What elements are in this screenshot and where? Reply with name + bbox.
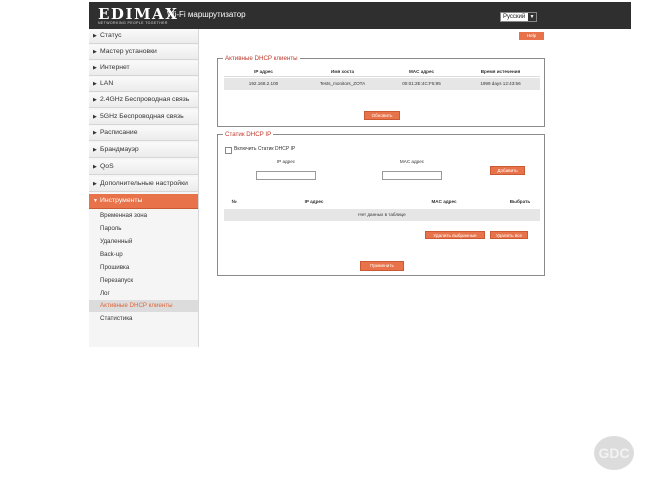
subitem-active-dhcp-clients[interactable]: Активные DHCP клиенты (89, 300, 198, 312)
static-table-header: № IP адрес MAC адрес Выбрать (224, 198, 540, 206)
enable-static-dhcp-label: Включить Статик DHCP IP (234, 146, 296, 152)
site-watermark: GDC (594, 436, 634, 470)
sidebar-item-internet[interactable]: ▶ Интернет (89, 61, 198, 76)
sidebar: ▶ Статус ▶ Мастер установки ▶ Интернет ▶ LAN… (89, 29, 199, 347)
static-dhcp-title: Статик DHCP IP (223, 130, 274, 139)
empty-table-row: Нет данных в таблице (224, 209, 540, 221)
ip-address-input[interactable] (256, 171, 316, 180)
mac-address-label: MAC адрес (399, 159, 425, 164)
cell-mac: 00:01:2E:4C:F5:95 (402, 81, 441, 86)
ip-address-label: IP адрес (276, 159, 296, 164)
subitem-password[interactable]: Пароль (89, 223, 198, 235)
sidebar-item-wireless-24[interactable]: ▶ 2.4GHz Беспроводная связь (89, 93, 198, 108)
help-button[interactable]: Help (519, 32, 544, 40)
column-header-mac: MAC адрес (408, 69, 435, 74)
column-header-hostname: Имя хоста (330, 69, 355, 74)
sidebar-item-qos[interactable]: ▶ QoS (89, 160, 198, 175)
sidebar-item-lan[interactable]: ▶ LAN (89, 77, 198, 92)
caret-right-icon: ▶ (93, 164, 97, 170)
caret-right-icon: ▶ (93, 49, 97, 55)
caret-right-icon: ▶ (93, 181, 97, 187)
page-title: Wi-Fi маршрутизатор (167, 10, 246, 19)
delete-all-button[interactable]: Удалить все (490, 231, 528, 239)
sidebar-item-status[interactable]: ▶ Статус (89, 29, 198, 44)
sidebar-item-tools[interactable]: ▼ Инструменты (89, 194, 198, 209)
active-dhcp-panel: Активные DHCP клиенты IP адрес Имя хоста… (217, 54, 545, 127)
sidebar-item-schedule[interactable]: ▶ Расписание (89, 126, 198, 141)
column-header-mac: MAC адрес (431, 199, 457, 204)
caret-right-icon: ▶ (93, 114, 97, 120)
caret-right-icon: ▶ (93, 33, 97, 39)
sidebar-item-advanced[interactable]: ▶ Дополнительные настройки (89, 177, 198, 192)
router-admin-window: EDIMAX NETWORKING PEOPLE TOGETHER Wi-Fi … (89, 2, 631, 347)
mac-address-input[interactable] (382, 171, 442, 180)
subitem-time-zone[interactable]: Временная зона (89, 210, 198, 222)
column-header-ip: IP адрес (304, 199, 324, 204)
caret-down-icon: ▼ (93, 198, 98, 204)
sidebar-item-firewall[interactable]: ▶ Брандмауэр (89, 143, 198, 158)
caret-right-icon: ▶ (93, 147, 97, 153)
subitem-remote[interactable]: Удаленный (89, 236, 198, 248)
subitem-statistics[interactable]: Статистика (89, 313, 198, 325)
chevron-down-icon[interactable]: ▼ (528, 13, 536, 21)
subitem-firmware[interactable]: Прошивка (89, 262, 198, 274)
subitem-backup[interactable]: Back-up (89, 249, 198, 261)
column-header-ip: IP адрес (254, 69, 273, 74)
language-select[interactable]: Русский ▼ (500, 12, 537, 22)
cell-hostname: Tests_monitors_ZOTA (319, 81, 366, 86)
caret-right-icon: ▶ (93, 130, 97, 136)
caret-right-icon: ▶ (93, 97, 97, 103)
column-header-expiry: Время истечения (480, 69, 521, 74)
language-value: Русский (503, 14, 526, 20)
empty-table-message: Нет данных в таблице (358, 212, 406, 217)
delete-selected-button[interactable]: Удалить выбранные (425, 231, 485, 239)
table-header: IP адрес Имя хоста MAC адрес Время истеч… (224, 68, 540, 77)
cell-ip: 192.168.2.100 (248, 81, 279, 86)
add-button[interactable]: Добавить (490, 166, 525, 175)
static-dhcp-panel: Статик DHCP IP Включить Статик DHCP IP I… (217, 130, 545, 276)
subitem-reboot[interactable]: Перезапуск (89, 275, 198, 287)
top-bar: EDIMAX NETWORKING PEOPLE TOGETHER Wi-Fi … (89, 2, 631, 29)
table-row: 192.168.2.100 Tests_monitors_ZOTA 00:01:… (224, 78, 540, 90)
sidebar-item-setup-wizard[interactable]: ▶ Мастер установки (89, 45, 198, 60)
column-header-select: Выбрать (509, 199, 531, 204)
refresh-button[interactable]: Обновить (364, 111, 400, 120)
caret-right-icon: ▶ (93, 65, 97, 71)
column-header-number: № (231, 199, 237, 204)
subitem-log[interactable]: Лог (89, 288, 198, 300)
active-dhcp-title: Активные DHCP клиенты (223, 54, 300, 63)
enable-static-dhcp-checkbox[interactable] (225, 147, 232, 154)
apply-button[interactable]: Применить (360, 261, 404, 271)
caret-right-icon: ▶ (93, 81, 97, 87)
cell-expiry: 1999 days 12:43:56 (480, 81, 521, 86)
sidebar-item-wireless-5[interactable]: ▶ 5GHz Беспроводная связь (89, 110, 198, 125)
